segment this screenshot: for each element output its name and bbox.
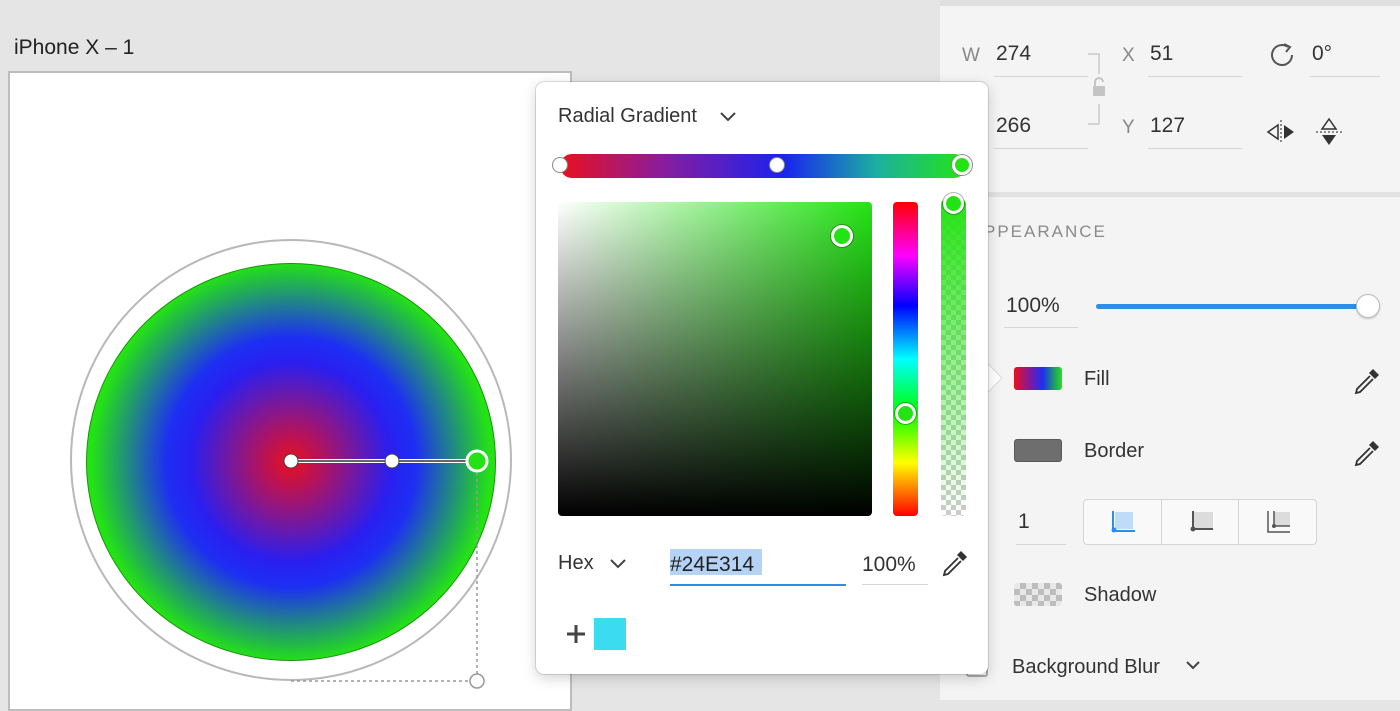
- border-label: Border: [1084, 440, 1145, 462]
- color-swatch[interactable]: [594, 618, 626, 650]
- opacity-slider-track[interactable]: [1096, 304, 1368, 309]
- border-eyedropper-icon[interactable]: [1352, 438, 1382, 468]
- alpha-input[interactable]: [862, 546, 928, 585]
- fill-swatch[interactable]: [1014, 367, 1062, 390]
- gradient-end-handle[interactable]: [465, 449, 489, 473]
- shadow-swatch[interactable]: [1014, 583, 1062, 606]
- flip-horizontal-icon[interactable]: [1266, 118, 1296, 146]
- flip-vertical-icon[interactable]: [1314, 116, 1344, 148]
- alpha-slider[interactable]: [941, 200, 966, 516]
- alpha-slider-handle[interactable]: [943, 193, 964, 214]
- gradient-stop-blue[interactable]: [769, 157, 785, 173]
- saturation-brightness-picker[interactable]: [558, 202, 872, 516]
- fill-label: Fill: [1084, 368, 1110, 390]
- opacity-slider-fill: [1096, 304, 1368, 309]
- gradient-editor-overlay: [283, 449, 489, 689]
- hex-input[interactable]: [670, 546, 846, 586]
- gradient-midpoint-handle[interactable]: [384, 453, 400, 469]
- gradient-center-handle[interactable]: [283, 453, 299, 469]
- aspect-lock-icon[interactable]: [1084, 52, 1114, 132]
- background-blur-label[interactable]: Background Blur: [1012, 656, 1160, 679]
- border-outer-icon: [1267, 511, 1291, 533]
- gradient-stop-green[interactable]: [952, 155, 972, 175]
- add-swatch-icon[interactable]: [565, 623, 587, 645]
- x-underline: [1148, 76, 1242, 77]
- gradient-stop-red[interactable]: [552, 157, 568, 173]
- rotate-icon: [1271, 43, 1293, 66]
- border-position-group: [1083, 499, 1317, 545]
- rotation-underline: [1310, 76, 1380, 77]
- property-inspector: [940, 0, 1400, 700]
- border-center-icon: [1190, 511, 1213, 532]
- hue-slider-handle[interactable]: [895, 403, 916, 424]
- fill-eyedropper-icon[interactable]: [1352, 366, 1382, 396]
- color-mode-chevron-icon[interactable]: [608, 555, 628, 573]
- gradient-bar[interactable]: [560, 154, 966, 178]
- y-underline: [1148, 148, 1242, 149]
- radius-handle[interactable]: [469, 673, 485, 689]
- width-value[interactable]: 274: [996, 42, 1031, 66]
- appearance-section-title: PPEARANCE: [984, 222, 1107, 241]
- chevron-down-icon[interactable]: [1184, 658, 1202, 674]
- border-swatch[interactable]: [1014, 439, 1062, 462]
- opacity-value[interactable]: 100%: [1006, 294, 1060, 318]
- section-divider: [940, 192, 1400, 197]
- width-underline: [994, 76, 1088, 77]
- fill-type-dropdown[interactable]: Radial Gradient: [558, 105, 697, 128]
- y-label: Y: [1122, 117, 1135, 138]
- height-underline: [994, 148, 1088, 149]
- rotation-value[interactable]: 0°: [1312, 42, 1332, 66]
- height-value[interactable]: 266: [996, 114, 1031, 138]
- opacity-underline: [1004, 327, 1078, 328]
- color-mode-dropdown[interactable]: Hex: [558, 552, 594, 575]
- border-inner-icon: [1111, 511, 1135, 533]
- border-inner-button[interactable]: [1084, 500, 1162, 544]
- shadow-label: Shadow: [1084, 584, 1157, 606]
- fill-type-chevron-icon[interactable]: [718, 108, 738, 126]
- width-label: W: [962, 45, 980, 66]
- x-value[interactable]: 51: [1150, 42, 1173, 66]
- border-center-button[interactable]: [1162, 500, 1240, 544]
- color-picker-handle[interactable]: [831, 225, 853, 247]
- x-label: X: [1122, 45, 1135, 66]
- panel-top-divider: [940, 0, 1400, 6]
- border-outer-button[interactable]: [1239, 500, 1316, 544]
- border-width-value[interactable]: 1: [1018, 510, 1030, 534]
- hue-slider[interactable]: [893, 202, 918, 516]
- eyedropper-icon[interactable]: [940, 548, 970, 578]
- y-value[interactable]: 127: [1150, 114, 1185, 138]
- opacity-slider-thumb[interactable]: [1356, 294, 1380, 318]
- border-width-underline: [1016, 544, 1066, 545]
